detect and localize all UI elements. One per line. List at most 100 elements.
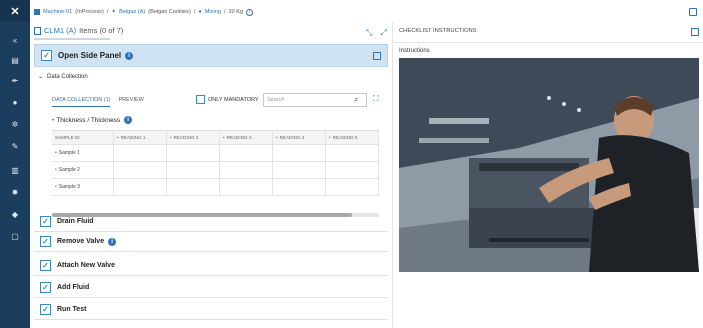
reading-input-cell[interactable] xyxy=(326,145,379,161)
collapse-all-icon[interactable]: ⤡ xyxy=(366,28,372,38)
panel-toggle-icon[interactable] xyxy=(691,28,699,36)
task-title: Run Test xyxy=(57,306,87,313)
wrench-icon[interactable]: ✎ xyxy=(0,138,30,154)
required-marker: • xyxy=(170,135,172,140)
task-item[interactable]: ✓ Drain Fluid xyxy=(34,212,388,232)
required-marker: • xyxy=(52,116,55,124)
task-item[interactable]: ✓ Add Fluid xyxy=(34,278,388,298)
required-marker: • xyxy=(117,135,119,140)
collapse-icon[interactable]: « xyxy=(0,32,30,48)
checklist-tools: ⤡ ⤢ xyxy=(366,28,387,38)
reading-input-cell[interactable] xyxy=(220,145,273,161)
expand-icon[interactable]: ⛶ xyxy=(373,94,379,104)
tag-icon[interactable]: ◆ xyxy=(0,206,30,222)
task-title: Add Fluid xyxy=(57,284,90,291)
sample-id-label: Sample 2 xyxy=(58,167,80,173)
reading-input-cell[interactable] xyxy=(273,162,326,178)
tab-preview[interactable]: PREVIEW xyxy=(118,97,143,107)
column-header-label: READING 1 xyxy=(120,135,146,140)
task-checkbox[interactable]: ✓ xyxy=(40,236,51,247)
only-mandatory-toggle[interactable]: ONLY MANDATORY xyxy=(196,95,259,104)
sample-id-cell: • Sample 1 xyxy=(52,145,114,161)
breadcrumb-step[interactable]: Mixing xyxy=(205,9,221,15)
checklist-header: CLM1 (A) Items (0 of 7) xyxy=(34,26,123,35)
fullscreen-icon[interactable]: ⤢ xyxy=(380,28,386,38)
info-icon[interactable]: i xyxy=(124,116,133,124)
calendar-icon[interactable] xyxy=(689,8,697,16)
data-collection-tabs: DATA COLLECTION (1) PREVIEW xyxy=(52,97,144,107)
reading-input-cell[interactable] xyxy=(167,162,220,178)
column-header-label: READING 3 xyxy=(226,135,252,140)
task-item[interactable]: ✓ Run Test xyxy=(34,300,388,320)
table-row: • Sample 2 xyxy=(52,162,379,179)
reading-input-cell[interactable] xyxy=(220,162,273,178)
task-checkbox[interactable]: ✓ xyxy=(40,282,51,293)
task-checkbox[interactable]: ✓ xyxy=(40,304,51,315)
reading-input-cell[interactable] xyxy=(273,179,326,195)
task-checkbox[interactable]: ✓ xyxy=(41,50,52,61)
note-icon[interactable] xyxy=(373,52,381,60)
gear-icon[interactable]: ✹ xyxy=(0,184,30,200)
machine-worker-image xyxy=(399,58,699,272)
instructions-panel: CHECKLIST INSTRUCTIONS Instructions xyxy=(392,22,703,328)
column-header-label: READING 5 xyxy=(332,135,358,140)
breadcrumb-machine[interactable]: Machine-01 xyxy=(43,9,72,15)
column-header: • READING 4 xyxy=(273,131,326,144)
breadcrumb-product[interactable]: Belgas (A) xyxy=(119,9,145,15)
back-icon[interactable]: ↞ xyxy=(0,72,30,88)
document-icon[interactable]: ▢ xyxy=(0,228,30,244)
reading-input-cell[interactable] xyxy=(167,145,220,161)
task-checkbox[interactable]: ✓ xyxy=(40,260,51,271)
parameter-name: Thickness / Thickness xyxy=(56,116,121,124)
column-header: SAMPLE ID xyxy=(52,131,114,144)
search-input[interactable]: Search xyxy=(263,93,367,107)
settings-icon[interactable]: ✲ xyxy=(0,116,30,132)
reading-input-cell[interactable] xyxy=(167,179,220,195)
column-header-label: SAMPLE ID xyxy=(55,135,80,140)
column-header-label: READING 2 xyxy=(173,135,199,140)
only-mandatory-checkbox[interactable] xyxy=(196,95,205,104)
divider xyxy=(393,42,703,43)
checklist-doc-icon xyxy=(34,26,41,35)
checklist-icon[interactable]: ▤ xyxy=(0,52,30,68)
instructions-header: CHECKLIST INSTRUCTIONS xyxy=(399,28,477,34)
task-title: Drain Fluid xyxy=(57,218,94,225)
info-icon[interactable]: i xyxy=(125,51,134,60)
sample-id-cell: • Sample 2 xyxy=(52,162,114,178)
task-item[interactable]: ✓ Remove Valve i xyxy=(34,232,388,252)
info-icon[interactable]: i xyxy=(108,237,117,246)
close-icon[interactable]: ✕ xyxy=(0,0,30,22)
reading-input-cell[interactable] xyxy=(273,145,326,161)
info-icon[interactable]: i xyxy=(246,8,254,16)
column-header: • READING 2 xyxy=(167,131,220,144)
column-header: • READING 5 xyxy=(326,131,379,144)
readings-table: SAMPLE ID • READING 1 • READING 2 • READING 3 •… xyxy=(52,130,379,196)
sample-id-label: Sample 1 xyxy=(58,150,80,156)
tab-data-collection[interactable]: DATA COLLECTION (1) xyxy=(52,97,111,107)
task-title: Attach New Valve xyxy=(57,262,115,269)
task-title: Open Side Panel xyxy=(58,51,122,60)
reading-input-cell[interactable] xyxy=(326,162,379,178)
required-marker: • xyxy=(276,135,278,140)
task-checkbox[interactable]: ✓ xyxy=(40,216,51,227)
required-marker: • xyxy=(55,150,57,156)
reading-input-cell[interactable] xyxy=(114,162,167,178)
reading-input-cell[interactable] xyxy=(114,179,167,195)
task-item[interactable]: ✓ Attach New Valve xyxy=(34,256,388,276)
breadcrumb-product-detail: (Belgas Cookies) xyxy=(148,9,191,15)
reading-input-cell[interactable] xyxy=(220,179,273,195)
table-row: • Sample 1 xyxy=(52,145,379,162)
machine-icon xyxy=(34,9,40,15)
user-icon[interactable]: ● xyxy=(0,94,30,110)
data-collection-label: Data Collection xyxy=(47,73,88,80)
chart-icon[interactable]: ▥ xyxy=(0,162,30,178)
data-collection-header[interactable]: ⌄ Data Collection xyxy=(38,73,88,81)
reading-input-cell[interactable] xyxy=(326,179,379,195)
reading-input-cell[interactable] xyxy=(114,145,167,161)
required-marker: • xyxy=(55,167,57,173)
task-open-side-panel[interactable]: ✓ Open Side Panel i xyxy=(34,44,388,67)
search-icon[interactable]: ⌕ xyxy=(354,95,358,105)
breadcrumb-weight: 20 Kg xyxy=(228,9,244,15)
breadcrumb: Machine-01 (InProcess) / ✦ Belgas (A) (B… xyxy=(34,6,254,18)
required-marker: • xyxy=(55,184,57,190)
